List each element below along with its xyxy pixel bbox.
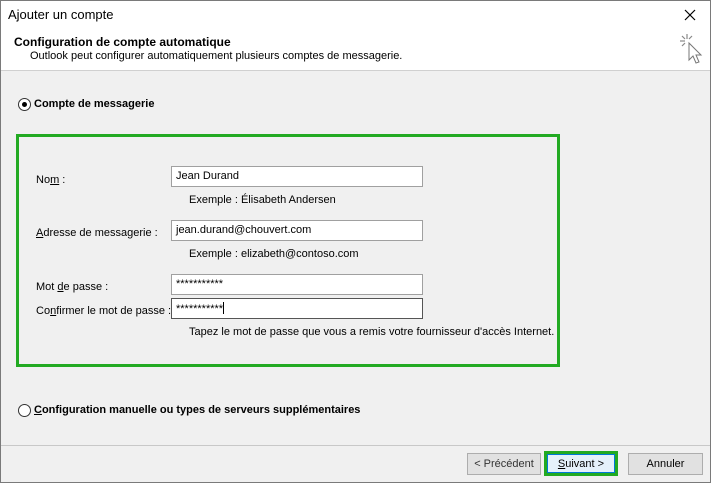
close-button[interactable] bbox=[670, 1, 710, 29]
name-input[interactable]: Jean Durand bbox=[171, 166, 423, 187]
manual-config-label: Configuration manuelle ou types de serve… bbox=[34, 404, 361, 416]
email-account-label: Compte de messagerie bbox=[34, 98, 155, 110]
confirm-password-label: Confirmer le mot de passe : bbox=[36, 305, 172, 317]
wizard-header: Configuration de compte automatique Outl… bbox=[1, 29, 710, 71]
email-example: Exemple : elizabeth@contoso.com bbox=[189, 248, 359, 260]
password-input[interactable]: *********** bbox=[171, 274, 423, 295]
email-input[interactable]: jean.durand@chouvert.com bbox=[171, 220, 423, 241]
password-label: Mot de passe : bbox=[36, 281, 109, 293]
cursor-sparkle-icon bbox=[680, 34, 703, 64]
window-title: Ajouter un compte bbox=[8, 7, 114, 22]
back-button[interactable]: < Précédent bbox=[467, 453, 541, 475]
password-hint: Tapez le mot de passe que vous a remis v… bbox=[189, 326, 555, 338]
add-account-dialog: Ajouter un compte Configuration de compt… bbox=[0, 0, 711, 483]
header-subtitle: Outlook peut configurer automatiquement … bbox=[30, 50, 403, 62]
account-form-group: Nom : Jean Durand Exemple : Élisabeth An… bbox=[16, 134, 560, 367]
text-caret bbox=[223, 302, 225, 314]
next-button-highlight: Suivant > bbox=[544, 451, 618, 476]
email-label: Adresse de messagerie : bbox=[36, 227, 158, 239]
cancel-button[interactable]: Annuler bbox=[628, 453, 703, 475]
name-example: Exemple : Élisabeth Andersen bbox=[189, 194, 336, 206]
header-title: Configuration de compte automatique bbox=[14, 35, 231, 49]
close-icon bbox=[684, 9, 696, 21]
confirm-password-input[interactable]: *********** bbox=[171, 298, 423, 319]
manual-config-radio[interactable] bbox=[18, 404, 31, 417]
footer-divider bbox=[1, 445, 710, 446]
title-bar: Ajouter un compte bbox=[1, 1, 710, 29]
name-label: Nom : bbox=[36, 174, 66, 186]
next-button[interactable]: Suivant > bbox=[547, 454, 615, 473]
email-account-radio[interactable] bbox=[18, 98, 31, 111]
